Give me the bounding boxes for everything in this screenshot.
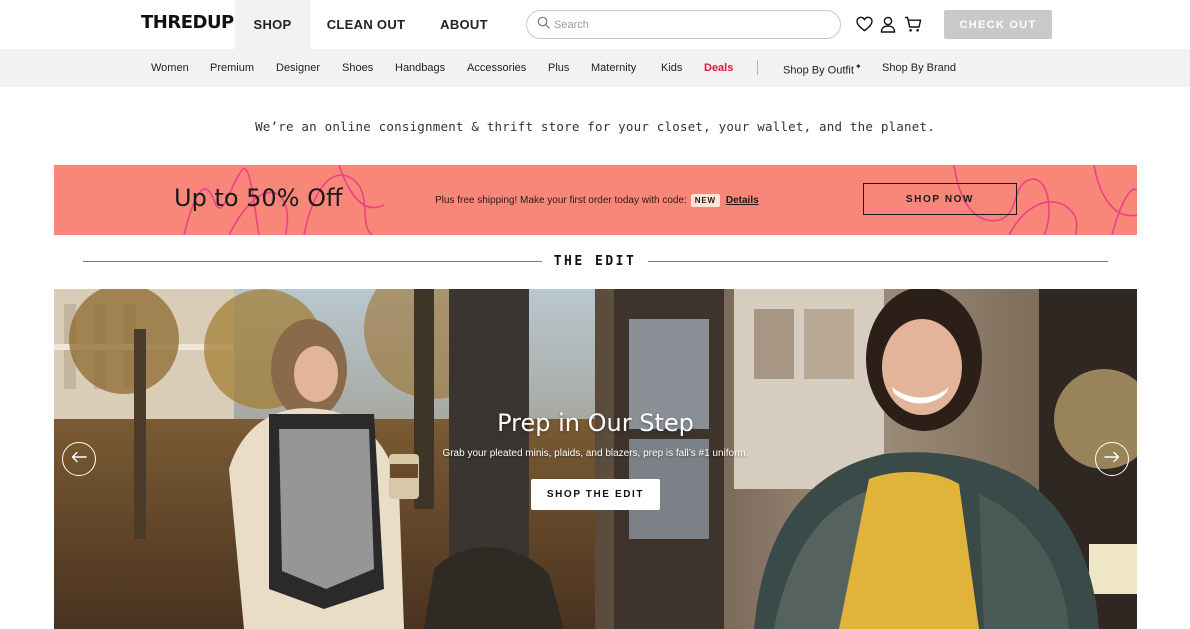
promo-text: Plus free shipping! Make your first orde… — [435, 194, 759, 207]
arrow-left-icon — [71, 450, 87, 468]
promo-code-badge: NEW — [690, 194, 720, 207]
category-divider — [757, 60, 758, 75]
category-designer[interactable]: Designer — [276, 62, 320, 74]
promo-description: Plus free shipping! Make your first orde… — [435, 195, 687, 206]
promo-banner[interactable]: Up to 50% Off Plus free shipping! Make y… — [54, 165, 1137, 235]
category-women[interactable]: Women — [151, 62, 189, 74]
hero-title: Prep in Our Step — [497, 409, 694, 437]
category-kids[interactable]: Kids — [661, 62, 682, 74]
checkout-button[interactable]: CHECK OUT — [944, 10, 1052, 39]
carousel-prev-button[interactable] — [62, 442, 96, 476]
shop-by-outfit-label: Shop By Outfit — [783, 64, 854, 77]
site-header: THREDUP SHOP CLEAN OUT ABOUT CHECK OUT — [0, 0, 1190, 49]
thredup-logo[interactable]: THREDUP — [141, 12, 234, 33]
category-accessories[interactable]: Accessories — [467, 62, 526, 74]
category-maternity[interactable]: Maternity — [591, 62, 636, 74]
search-input[interactable] — [554, 18, 824, 31]
hero-carousel: Prep in Our Step Grab your pleated minis… — [54, 289, 1137, 629]
tagline: We’re an online consignment & thrift sto… — [255, 119, 935, 134]
hero-photo — [54, 289, 1137, 629]
edit-divider-left — [83, 261, 542, 262]
search-icon — [537, 16, 550, 34]
tab-clean-out[interactable]: CLEAN OUT — [316, 0, 416, 49]
heart-icon[interactable] — [855, 15, 873, 33]
category-plus[interactable]: Plus — [548, 62, 569, 74]
category-handbags[interactable]: Handbags — [395, 62, 445, 74]
promo-details-link[interactable]: Details — [726, 195, 759, 206]
hero-subtitle: Grab your pleated minis, plaids, and bla… — [442, 448, 749, 459]
category-deals[interactable]: Deals — [704, 62, 733, 74]
shop-the-edit-button[interactable]: SHOP THE EDIT — [531, 479, 660, 510]
category-shop-by-outfit[interactable]: Shop By Outfit✦ — [783, 62, 862, 77]
category-bar: Women Premium Designer Shoes Handbags Ac… — [0, 49, 1190, 87]
edit-divider-right — [648, 261, 1108, 262]
tab-shop[interactable]: SHOP — [235, 0, 310, 49]
category-shop-by-brand[interactable]: Shop By Brand — [882, 62, 956, 74]
category-shoes[interactable]: Shoes — [342, 62, 373, 74]
category-premium[interactable]: Premium — [210, 62, 254, 74]
promo-title: Up to 50% Off — [174, 184, 343, 212]
carousel-next-button[interactable] — [1095, 442, 1129, 476]
sparkle-icon: ✦ — [854, 62, 862, 71]
account-icon[interactable] — [879, 15, 897, 33]
search-bar[interactable] — [526, 10, 841, 39]
arrow-right-icon — [1104, 450, 1120, 468]
tab-about[interactable]: ABOUT — [424, 0, 504, 49]
cart-icon[interactable] — [904, 15, 922, 33]
edit-heading: THE EDIT — [553, 254, 637, 269]
shop-now-button[interactable]: SHOP NOW — [863, 183, 1017, 215]
